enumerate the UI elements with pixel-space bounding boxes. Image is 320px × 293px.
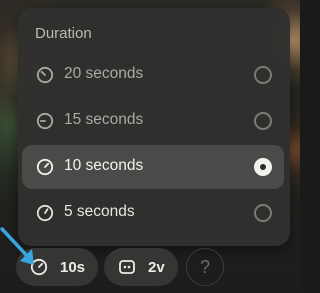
- duration-popup: Duration 20 seconds 15 seconds 10 second…: [18, 8, 290, 246]
- option-5-seconds[interactable]: 5 seconds: [22, 191, 284, 235]
- option-20-seconds[interactable]: 20 seconds: [22, 53, 284, 97]
- timer-5-icon: [36, 204, 54, 222]
- option-label: 10 seconds: [64, 157, 144, 174]
- option-label: 20 seconds: [64, 65, 144, 82]
- variations-icon: [119, 260, 135, 274]
- duration-label: 10s: [60, 259, 86, 276]
- radio-button[interactable]: [254, 204, 272, 222]
- popup-title: Duration: [35, 25, 92, 42]
- option-label: 15 seconds: [64, 111, 144, 128]
- radio-button[interactable]: [254, 112, 272, 130]
- timer-10-icon: [36, 158, 54, 176]
- help-button[interactable]: ?: [186, 248, 224, 286]
- radio-button[interactable]: [254, 66, 272, 84]
- variations-button[interactable]: 2v: [104, 248, 178, 286]
- pointer-arrow-icon: [0, 227, 34, 265]
- variations-label: 2v: [148, 259, 165, 276]
- timer-15-icon: [36, 112, 54, 130]
- option-15-seconds[interactable]: 15 seconds: [22, 99, 284, 143]
- radio-button-selected[interactable]: [254, 158, 272, 176]
- option-10-seconds[interactable]: 10 seconds: [22, 145, 284, 189]
- timer-20-icon: [36, 66, 54, 84]
- option-label: 5 seconds: [64, 203, 135, 220]
